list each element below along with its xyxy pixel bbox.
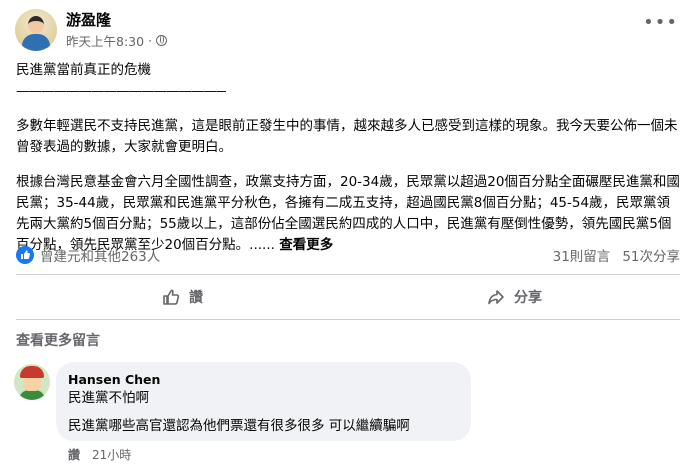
post-content: 民進黨當前真正的危機 —————————————————————— 多數年輕選民… — [16, 60, 680, 256]
commenter-avatar[interactable] — [14, 364, 50, 400]
comment-text-line-1: 民進黨不怕啊 — [68, 390, 149, 406]
author-name[interactable]: 游盈隆 — [66, 9, 111, 30]
view-more-comments[interactable]: 查看更多留言 — [16, 330, 100, 350]
divider-rule: —————————————————————— — [16, 83, 226, 99]
post-paragraph-1: 多數年輕選民不支持民進黨，這是眼前正發生中的事情，越來越多人已感受到這樣的現象。… — [16, 118, 678, 155]
post-paragraph-2: 根據台灣民意基金會六月全國性調查，政黨支持方面，20-34歲，民眾黨以超過20個… — [16, 172, 680, 256]
comment-time[interactable]: 21小時 — [92, 446, 131, 463]
engagement-counts: 31則留言 51次分享 — [553, 245, 680, 265]
likes-summary[interactable]: 曾建元和其他263人 — [40, 245, 160, 265]
divider — [16, 319, 680, 320]
facebook-post: 游盈隆 昨天上午8:30 · ••• 民進黨當前真正的危機 ——————————… — [0, 0, 696, 470]
comment-text-line-2: 民進黨哪些高官還認為他們票還有很多很多 可以繼續騙啊 — [68, 418, 410, 434]
like-button[interactable]: 讚 — [16, 276, 348, 318]
comment-actions: 讚 21小時 — [68, 446, 131, 463]
comments-count[interactable]: 31則留言 — [553, 245, 611, 265]
post-actions: 讚 分享 — [16, 276, 680, 318]
more-horizontal-icon[interactable]: ••• — [643, 14, 678, 32]
post-headline: 民進黨當前真正的危機 — [16, 62, 151, 78]
post-timestamp[interactable]: 昨天上午8:30 — [66, 31, 144, 50]
post-paragraph-2-text: 根據台灣民意基金會六月全國性調查，政黨支持方面，20-34歲，民眾黨以超過20個… — [16, 174, 680, 253]
shares-count[interactable]: 51次分享 — [622, 245, 680, 265]
thumbs-up-icon — [163, 289, 180, 305]
like-label: 讚 — [189, 290, 203, 306]
share-arrow-icon — [488, 290, 504, 305]
divider — [16, 274, 680, 275]
share-label: 分享 — [514, 290, 542, 306]
share-button[interactable]: 分享 — [348, 276, 680, 318]
commenter-name[interactable]: Hansen Chen — [68, 371, 459, 388]
comment-like-button[interactable]: 讚 — [68, 446, 80, 463]
globe-icon — [156, 35, 168, 46]
comment-bubble: Hansen Chen 民進黨不怕啊 民進黨哪些高官還認為他們票還有很多很多 可… — [56, 362, 471, 441]
post-stats: 曾建元和其他263人 31則留言 51次分享 — [16, 245, 680, 265]
meta-separator: · — [148, 33, 153, 48]
like-reaction-icon[interactable] — [16, 246, 34, 264]
author-avatar[interactable] — [15, 9, 57, 51]
post-meta: 昨天上午8:30 · — [66, 31, 168, 50]
